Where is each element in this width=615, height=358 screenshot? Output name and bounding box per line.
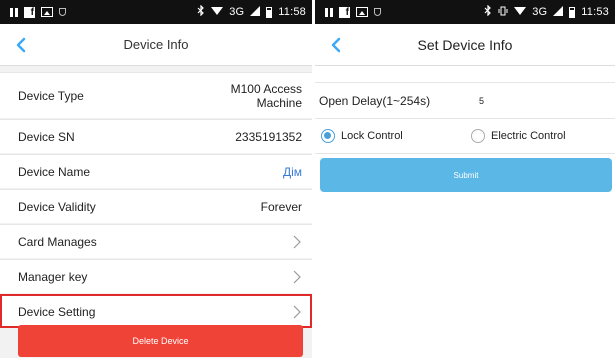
page-title: Set Device Info [417, 36, 513, 53]
open-delay-input[interactable] [479, 95, 539, 106]
row-label: Device Type [18, 88, 84, 103]
submit-button[interactable]: Submit [320, 158, 612, 192]
control-mode-group: Lock Control Electric Control [315, 118, 615, 154]
bluetooth-icon [197, 4, 205, 19]
network-type: 3G [532, 6, 548, 18]
page-title: Device Info [123, 37, 189, 52]
row-value: 2335191352 [235, 129, 302, 144]
delete-device-button[interactable]: Delete Device [18, 325, 303, 357]
row-value: M100 Access Machine [230, 81, 302, 110]
facebook-icon: f [339, 6, 350, 18]
chevron-right-icon [293, 235, 301, 248]
row-label: Device Setting [18, 304, 96, 319]
image-icon [356, 7, 368, 17]
radio-label: Electric Control [491, 130, 566, 142]
row-label: Device Name [18, 164, 91, 179]
chevron-left-icon [16, 37, 26, 53]
chevron-right-icon [293, 270, 301, 283]
row-device-sn: Device SN 2335191352 [0, 119, 312, 153]
row-device-type: Device Type M100 Access Machine [0, 72, 312, 118]
row-device-setting[interactable]: Device Setting [0, 294, 312, 328]
clock: 11:58 [278, 6, 306, 18]
row-label: Manager key [18, 269, 88, 284]
wifi-icon [514, 6, 527, 19]
pause-icon [325, 7, 333, 17]
status-bar: f 3G 11:58 [0, 0, 312, 24]
pause-icon [10, 7, 18, 17]
radio-checked-icon [321, 129, 335, 143]
signal-icon [553, 5, 564, 19]
open-delay-label: Open Delay(1~254s) [319, 93, 431, 108]
row-value: Forever [260, 199, 302, 214]
battery-icon [569, 6, 576, 18]
set-device-info-screen: f 3G 11:53 Set Device Info Open Delay(1~… [315, 0, 615, 358]
row-device-name[interactable]: Device Name Дім [0, 154, 312, 188]
shield-icon [59, 8, 66, 16]
back-button[interactable] [8, 32, 34, 58]
shield-icon [374, 8, 381, 16]
row-label: Device Validity [18, 199, 96, 214]
row-value[interactable]: Дім [283, 165, 302, 179]
row-label: Device SN [18, 129, 75, 144]
info-list: Device Type M100 Access Machine Device S… [0, 66, 312, 328]
image-icon [41, 7, 53, 17]
signal-icon [250, 5, 261, 19]
row-device-validity: Device Validity Forever [0, 189, 312, 223]
vibrate-icon [498, 6, 508, 19]
radio-label: Lock Control [341, 130, 403, 142]
title-bar: Set Device Info [315, 24, 615, 66]
open-delay-row: Open Delay(1~254s) [315, 82, 615, 118]
chevron-right-icon [293, 305, 301, 318]
device-info-screen: f 3G 11:58 Device Info Device Type M100 … [0, 0, 312, 358]
row-label: Card Manages [18, 234, 97, 249]
back-button[interactable] [323, 32, 349, 58]
wifi-icon [211, 6, 224, 19]
row-card-manages[interactable]: Card Manages [0, 224, 312, 258]
row-manager-key[interactable]: Manager key [0, 259, 312, 293]
facebook-icon: f [24, 6, 35, 18]
title-bar: Device Info [0, 24, 312, 66]
radio-electric-control[interactable]: Electric Control [471, 129, 566, 143]
settings-form: Open Delay(1~254s) Lock Control Electric… [315, 66, 615, 154]
clock: 11:53 [581, 6, 609, 18]
bluetooth-icon [484, 4, 492, 19]
radio-unchecked-icon [471, 129, 485, 143]
radio-lock-control[interactable]: Lock Control [321, 129, 471, 143]
battery-icon [266, 6, 273, 18]
status-bar: f 3G 11:53 [315, 0, 615, 24]
network-type: 3G [229, 6, 245, 18]
chevron-left-icon [331, 37, 341, 53]
